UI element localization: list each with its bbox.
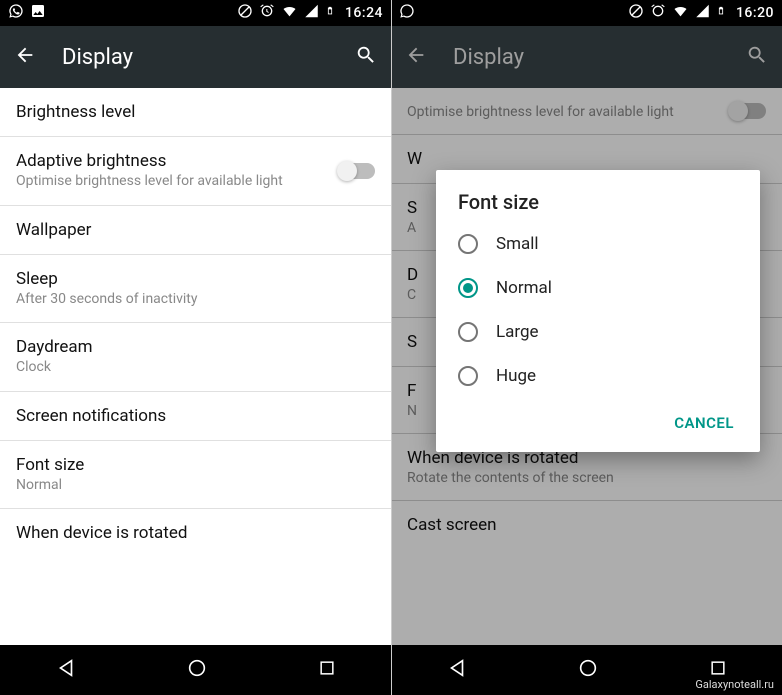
no-sim-icon <box>628 3 644 23</box>
setting-subtitle: Normal <box>16 477 375 495</box>
radio-option-small[interactable]: Small <box>436 222 760 266</box>
nav-back-icon[interactable] <box>55 657 77 683</box>
toggle-switch[interactable] <box>339 163 375 179</box>
status-bar: 16:20 <box>391 0 782 26</box>
search-icon <box>746 44 768 70</box>
alarm-icon <box>259 3 275 23</box>
radio-icon <box>458 234 478 254</box>
settings-list: Brightness level Adaptive brightness Opt… <box>0 88 391 645</box>
whatsapp-icon <box>399 3 415 23</box>
app-bar: Display <box>391 26 782 88</box>
battery-icon <box>716 3 726 23</box>
dialog-title: Font size <box>436 190 760 222</box>
font-size-dialog: Font size Small Normal Large Huge CANCEL <box>436 170 760 452</box>
setting-title: Adaptive brightness <box>16 151 339 171</box>
nav-bar <box>0 645 391 695</box>
radio-label: Small <box>496 234 539 254</box>
setting-subtitle: After 30 seconds of inactivity <box>16 291 375 309</box>
setting-brightness-level[interactable]: Brightness level <box>0 88 391 137</box>
setting-when-rotated[interactable]: When device is rotated <box>0 509 391 557</box>
setting-font-size[interactable]: Font size Normal <box>0 441 391 510</box>
setting-title: Brightness level <box>16 102 375 122</box>
setting-subtitle: Clock <box>16 359 375 377</box>
wifi-icon <box>281 3 298 23</box>
whatsapp-icon <box>8 3 24 23</box>
nav-recent-icon[interactable] <box>708 658 728 682</box>
setting-subtitle: Optimise brightness level for available … <box>16 173 339 191</box>
status-bar: 16:24 <box>0 0 391 26</box>
radio-option-normal[interactable]: Normal <box>436 266 760 310</box>
signal-icon <box>695 3 710 23</box>
search-icon[interactable] <box>355 44 377 70</box>
battery-icon <box>325 3 335 23</box>
radio-icon <box>458 278 478 298</box>
page-title: Display <box>453 45 524 70</box>
nav-bar <box>391 645 782 695</box>
setting-sleep[interactable]: Sleep After 30 seconds of inactivity <box>0 255 391 324</box>
signal-icon <box>304 3 319 23</box>
nav-home-icon[interactable] <box>186 657 208 683</box>
cancel-button[interactable]: CANCEL <box>664 406 744 440</box>
radio-icon <box>458 366 478 386</box>
setting-wallpaper[interactable]: Wallpaper <box>0 206 391 255</box>
radio-label: Large <box>496 322 539 342</box>
radio-label: Normal <box>496 278 552 298</box>
no-sim-icon <box>237 3 253 23</box>
nav-home-icon[interactable] <box>577 657 599 683</box>
radio-option-huge[interactable]: Huge <box>436 354 760 398</box>
back-icon <box>405 44 427 70</box>
radio-label: Huge <box>496 366 536 386</box>
setting-title: Sleep <box>16 269 375 289</box>
alarm-icon <box>650 3 666 23</box>
nav-recent-icon[interactable] <box>317 658 337 682</box>
nav-back-icon[interactable] <box>446 657 468 683</box>
image-icon <box>30 3 46 23</box>
setting-adaptive-brightness[interactable]: Adaptive brightness Optimise brightness … <box>0 137 391 206</box>
clock-time: 16:20 <box>736 5 774 21</box>
setting-title: When device is rotated <box>16 523 375 543</box>
radio-option-large[interactable]: Large <box>436 310 760 354</box>
clock-time: 16:24 <box>345 5 383 21</box>
radio-icon <box>458 322 478 342</box>
setting-title: Daydream <box>16 337 375 357</box>
setting-title: Font size <box>16 455 375 475</box>
phone-left: 16:24 Display Brightness level Adaptive … <box>0 0 391 695</box>
page-title: Display <box>62 45 133 70</box>
wifi-icon <box>672 3 689 23</box>
back-icon[interactable] <box>14 44 36 70</box>
setting-title: Wallpaper <box>16 220 375 240</box>
setting-title: Screen notifications <box>16 406 375 426</box>
divider <box>391 0 392 695</box>
app-bar: Display <box>0 26 391 88</box>
setting-daydream[interactable]: Daydream Clock <box>0 323 391 392</box>
phone-right: 16:20 Display Optimise brightness level … <box>391 0 782 695</box>
setting-screen-notifications[interactable]: Screen notifications <box>0 392 391 441</box>
